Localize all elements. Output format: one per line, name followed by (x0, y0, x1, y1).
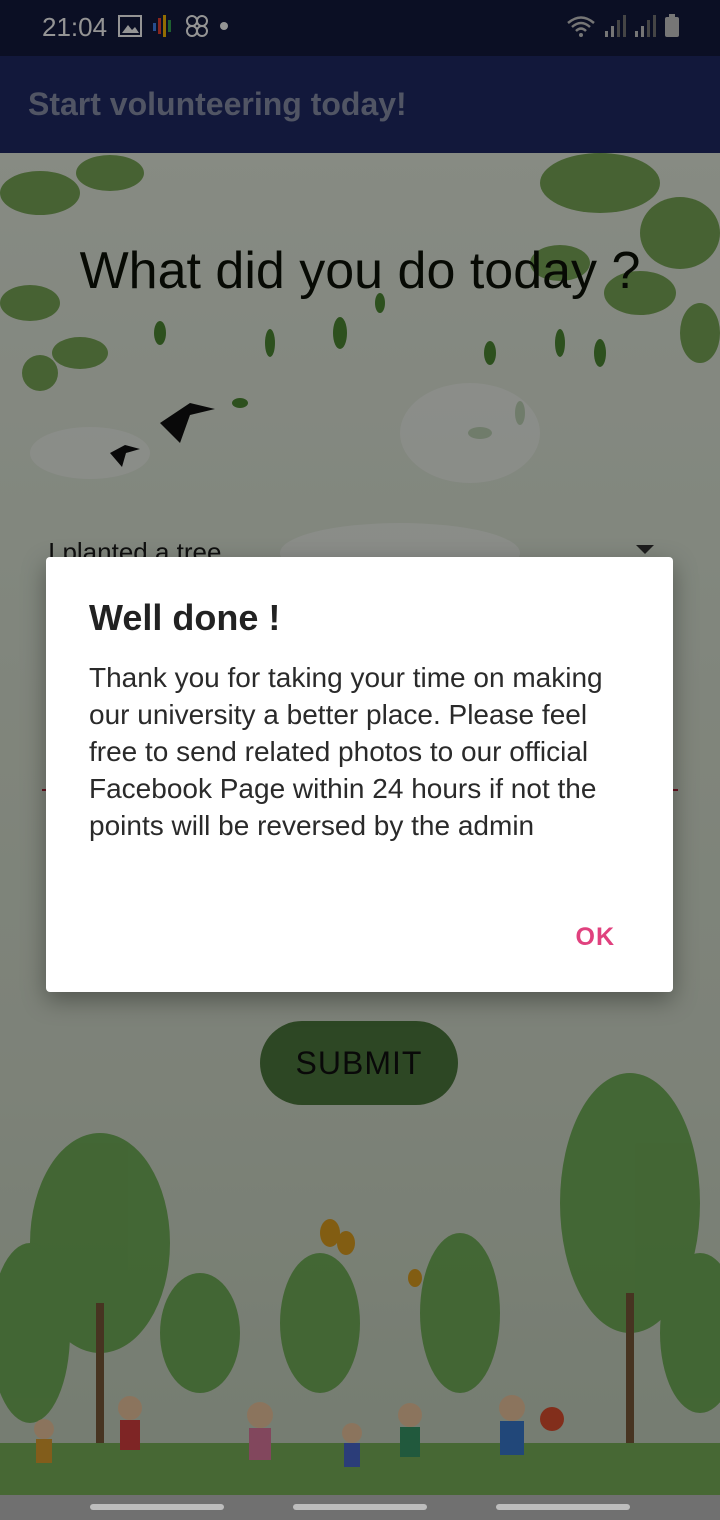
ok-button[interactable]: OK (576, 923, 616, 952)
nav-recent-handle[interactable] (90, 1504, 224, 1510)
dialog-message: Thank you for taking your time on making… (89, 662, 603, 841)
nav-home-handle[interactable] (293, 1504, 427, 1510)
alert-dialog: Well done ! Thank you for taking your ti… (46, 557, 673, 992)
dialog-title: Well done ! (89, 597, 281, 638)
nav-back-handle[interactable] (496, 1504, 630, 1510)
navigation-bar (0, 1495, 720, 1520)
